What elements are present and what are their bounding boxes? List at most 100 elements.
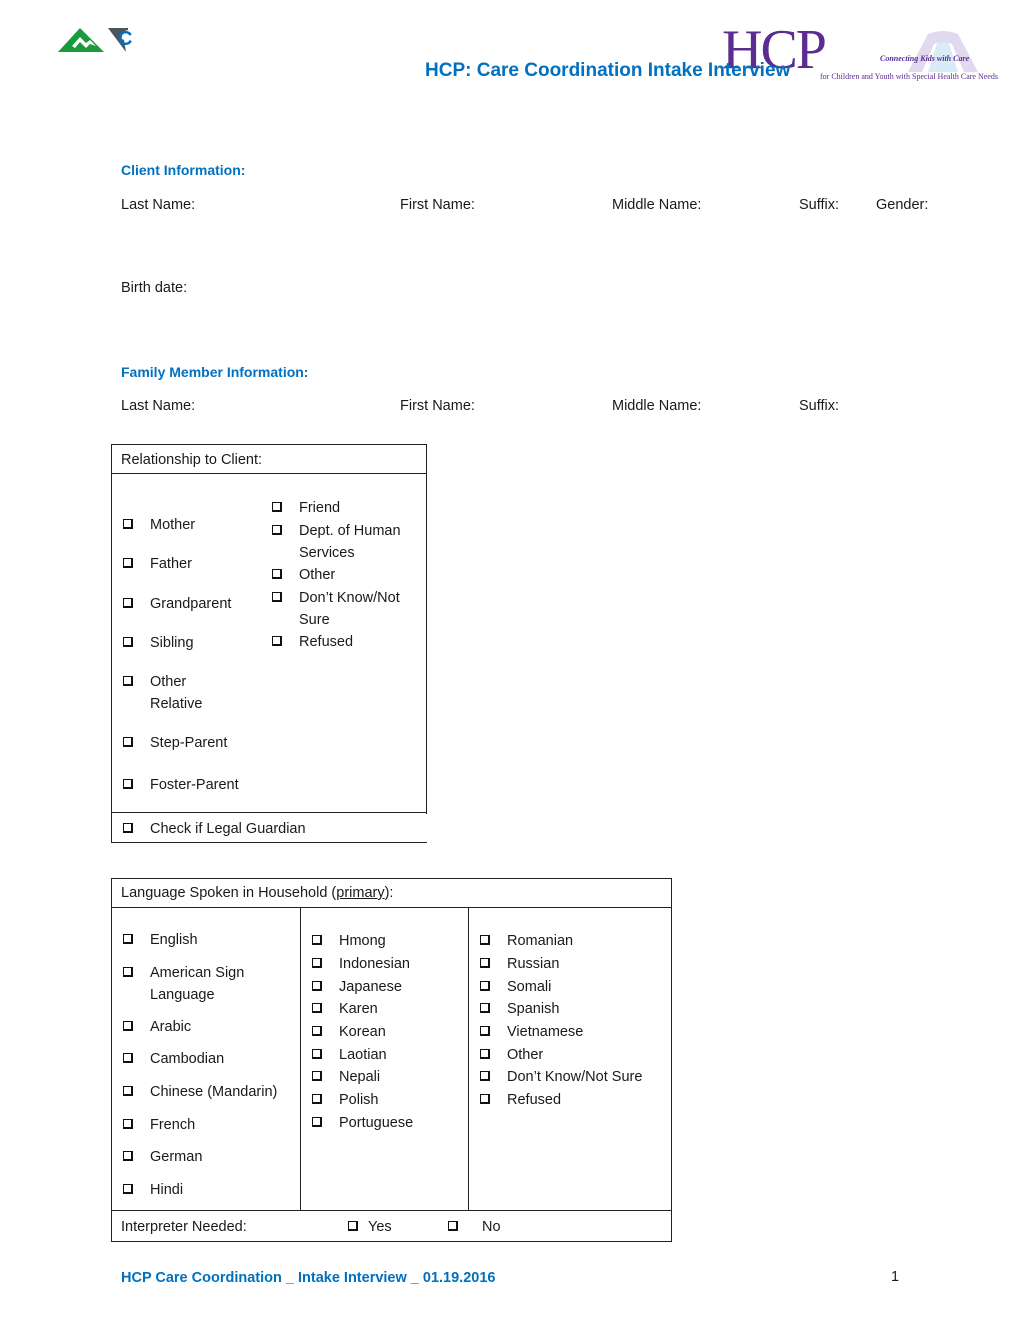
checkbox[interactable] <box>348 1221 358 1231</box>
language-option-polish[interactable]: Polish <box>312 1089 379 1111</box>
language-option-chinese-mandarin[interactable]: Chinese (Mandarin) <box>123 1081 277 1103</box>
relationship-option-other-relative[interactable]: Other Relative <box>123 671 223 715</box>
language-option-laotian[interactable]: Laotian <box>312 1044 387 1066</box>
language-option-asl[interactable]: American Sign Language <box>123 962 270 1006</box>
relationship-option-step-parent[interactable]: Step-Parent <box>123 732 227 754</box>
language-option-vietnamese[interactable]: Vietnamese <box>480 1021 583 1043</box>
family-last-name-label: Last Name: <box>121 398 196 414</box>
client-gender-label: Gender: <box>876 197 929 213</box>
language-option-hmong[interactable]: Hmong <box>312 930 386 952</box>
relationship-option-dont-know[interactable]: Don’t Know/Not Sure <box>272 587 419 631</box>
checkbox[interactable] <box>123 1086 133 1096</box>
checkbox[interactable] <box>123 1053 133 1063</box>
checkbox[interactable] <box>312 1049 322 1059</box>
language-option-indonesian[interactable]: Indonesian <box>312 953 410 975</box>
language-option-german[interactable]: German <box>123 1146 202 1168</box>
interpreter-needed-label: Interpreter Needed: <box>121 1219 247 1235</box>
divider <box>111 444 427 445</box>
language-option-somali[interactable]: Somali <box>480 976 551 998</box>
divider <box>111 444 112 843</box>
family-first-name-label: First Name: <box>400 398 475 414</box>
checkbox[interactable] <box>312 1026 322 1036</box>
language-option-english[interactable]: English <box>123 929 198 951</box>
checkbox[interactable] <box>123 1184 133 1194</box>
interpreter-yes-option[interactable]: Yes <box>348 1216 392 1238</box>
checkbox[interactable] <box>123 967 133 977</box>
checkbox[interactable] <box>480 1026 490 1036</box>
checkbox[interactable] <box>123 934 133 944</box>
language-option-karen[interactable]: Karen <box>312 998 378 1020</box>
language-option-japanese[interactable]: Japanese <box>312 976 402 998</box>
checkbox[interactable] <box>123 823 133 833</box>
checkbox[interactable] <box>480 981 490 991</box>
checkbox[interactable] <box>480 1003 490 1013</box>
interpreter-no-option[interactable]: No <box>448 1216 501 1238</box>
relationship-option-other[interactable]: Other <box>272 564 335 586</box>
language-option-dont-know[interactable]: Don’t Know/Not Sure <box>480 1066 642 1088</box>
checkbox[interactable] <box>123 676 133 686</box>
relationship-option-refused[interactable]: Refused <box>272 631 353 653</box>
family-info-heading: Family Member Information: <box>121 364 309 380</box>
divider <box>111 842 427 843</box>
checkbox[interactable] <box>272 636 282 646</box>
checkbox[interactable] <box>312 935 322 945</box>
relationship-option-grandparent[interactable]: Grandparent <box>123 593 231 615</box>
relationship-option-father[interactable]: Father <box>123 553 192 575</box>
hands-logo-icon <box>908 31 978 72</box>
checkbox[interactable] <box>480 1049 490 1059</box>
checkbox[interactable] <box>272 592 282 602</box>
language-option-russian[interactable]: Russian <box>480 953 559 975</box>
checkbox[interactable] <box>480 958 490 968</box>
legal-guardian-checkbox[interactable]: Check if Legal Guardian <box>123 818 306 840</box>
divider <box>111 907 672 908</box>
checkbox[interactable] <box>123 1021 133 1031</box>
checkbox[interactable] <box>312 1094 322 1104</box>
language-option-other[interactable]: Other <box>480 1044 543 1066</box>
birth-date-label: Birth date: <box>121 280 188 296</box>
relationship-option-mother[interactable]: Mother <box>123 514 195 536</box>
checkbox[interactable] <box>123 1119 133 1129</box>
checkbox[interactable] <box>123 519 133 529</box>
checkbox[interactable] <box>312 1117 322 1127</box>
language-option-korean[interactable]: Korean <box>312 1021 386 1043</box>
language-option-arabic[interactable]: Arabic <box>123 1016 191 1038</box>
hcp-tagline: Connecting Kids with Care <box>880 54 970 63</box>
checkbox[interactable] <box>123 598 133 608</box>
checkbox[interactable] <box>272 569 282 579</box>
language-option-nepali[interactable]: Nepali <box>312 1066 380 1088</box>
language-option-romanian[interactable]: Romanian <box>480 930 573 952</box>
page-title: HCP: Care Coordination Intake Interview <box>425 60 791 81</box>
checkbox[interactable] <box>480 1071 490 1081</box>
language-option-hindi[interactable]: Hindi <box>123 1179 183 1201</box>
relationship-option-foster-parent[interactable]: Foster-Parent <box>123 774 239 796</box>
divider <box>300 907 301 1210</box>
checkbox[interactable] <box>272 502 282 512</box>
checkbox[interactable] <box>312 958 322 968</box>
checkbox[interactable] <box>123 558 133 568</box>
checkbox[interactable] <box>272 525 282 535</box>
checkbox[interactable] <box>123 637 133 647</box>
relationship-option-dept-human-services[interactable]: Dept. of Human Services <box>272 520 419 564</box>
language-option-spanish[interactable]: Spanish <box>480 998 559 1020</box>
checkbox[interactable] <box>123 779 133 789</box>
checkbox[interactable] <box>123 737 133 747</box>
divider <box>111 812 427 813</box>
checkbox[interactable] <box>312 1003 322 1013</box>
logo-letter: C <box>118 28 133 50</box>
checkbox[interactable] <box>480 1094 490 1104</box>
checkbox[interactable] <box>312 1071 322 1081</box>
checkbox[interactable] <box>312 981 322 991</box>
divider <box>111 473 427 474</box>
language-option-portuguese[interactable]: Portuguese <box>312 1112 413 1134</box>
language-option-refused[interactable]: Refused <box>480 1089 561 1111</box>
checkbox[interactable] <box>123 1151 133 1161</box>
divider <box>426 444 427 814</box>
client-suffix-label: Suffix: <box>799 197 840 213</box>
checkbox[interactable] <box>448 1221 458 1231</box>
relationship-option-sibling[interactable]: Sibling <box>123 632 194 654</box>
language-option-cambodian[interactable]: Cambodian <box>123 1048 224 1070</box>
client-middle-name-label: Middle Name: <box>612 197 702 213</box>
checkbox[interactable] <box>480 935 490 945</box>
relationship-option-friend[interactable]: Friend <box>272 497 340 519</box>
language-option-french[interactable]: French <box>123 1114 195 1136</box>
